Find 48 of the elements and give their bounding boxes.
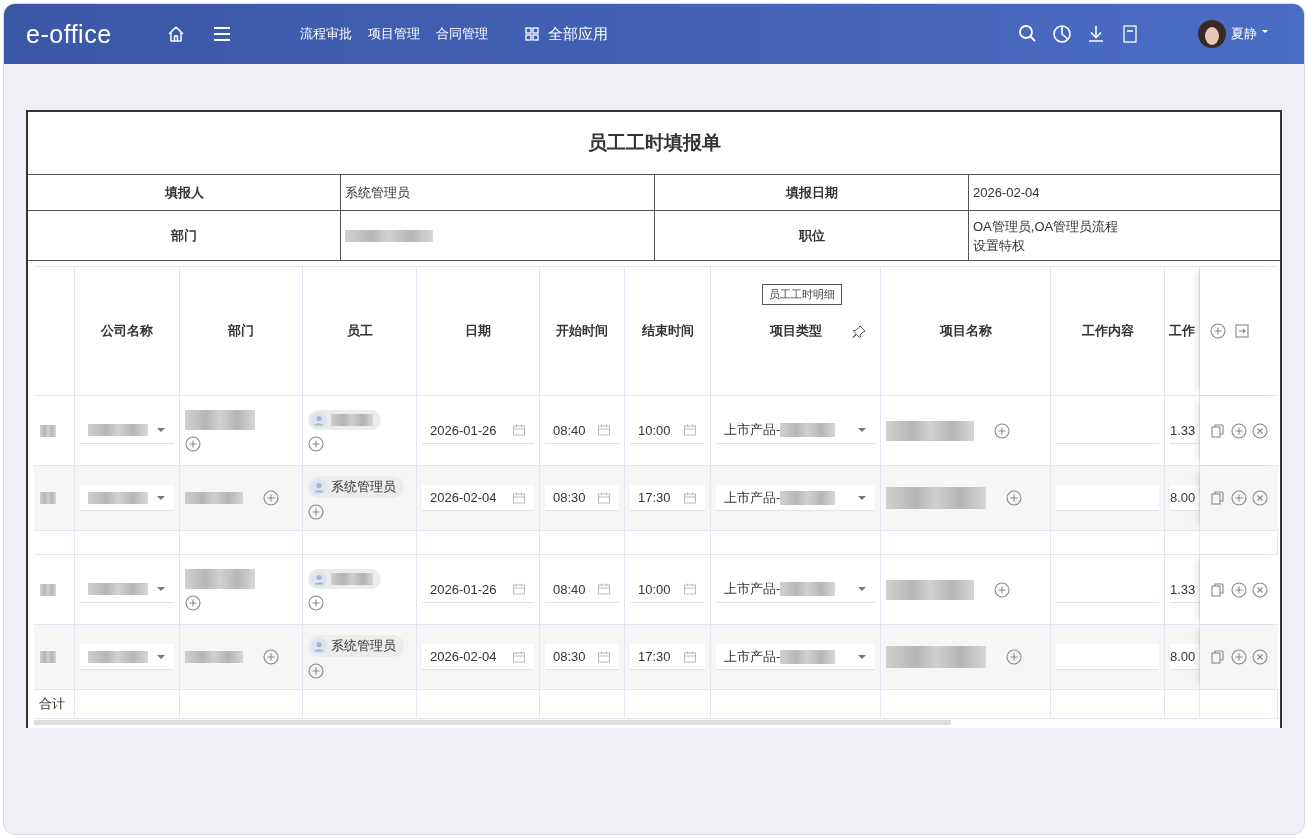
field-label: 部门 <box>171 226 197 245</box>
input-field[interactable]: 8.00 <box>1170 485 1199 511</box>
input-field[interactable]: 1.33 <box>1170 576 1199 603</box>
input-field[interactable]: 17:30 <box>630 485 705 511</box>
column-header: 工作 <box>1169 322 1195 340</box>
field-label: 填报日期 <box>785 183 838 202</box>
input-field[interactable]: 2026-01-26 <box>422 576 534 603</box>
select-field[interactable]: 上市产品- <box>716 644 875 670</box>
select-field[interactable]: 上市产品- <box>716 417 875 444</box>
field-label: 职位 <box>798 226 825 245</box>
field-value: 系统管理员 <box>345 184 410 202</box>
column-header: 部门 <box>228 322 254 340</box>
input-field[interactable]: 10:00 <box>630 417 705 444</box>
input-field[interactable]: 08:30 <box>545 485 619 511</box>
tooltip: 员工工时明细 <box>762 284 842 305</box>
select-field[interactable]: 上市产品- <box>716 485 875 511</box>
input-field[interactable]: 08:40 <box>545 417 619 444</box>
total-label: 合计 <box>39 695 65 713</box>
input-field[interactable]: 08:40 <box>545 576 619 603</box>
field-value: 2026-02-04 <box>973 184 1040 202</box>
field-label: 填报人 <box>164 183 204 202</box>
column-header: 项目名称 <box>939 322 992 340</box>
column-header: 结束时间 <box>641 322 694 340</box>
input-field[interactable]: 1.33 <box>1170 417 1199 444</box>
input-field[interactable]: 2026-02-04 <box>422 485 534 511</box>
input-field[interactable]: 2026-02-04 <box>422 644 534 670</box>
nav-link[interactable]: 项目管理 <box>359 25 428 43</box>
user-menu[interactable]: 夏静 <box>1192 19 1274 49</box>
nav-link[interactable]: 流程审批 <box>291 25 360 43</box>
nav-link[interactable]: 合同管理 <box>427 25 496 43</box>
column-header: 项目类型 <box>769 322 822 340</box>
input-field[interactable]: 8.00 <box>1170 644 1199 670</box>
input-field[interactable]: 17:30 <box>630 644 705 670</box>
column-header: 开始时间 <box>556 322 608 340</box>
input-field[interactable]: 08:30 <box>545 644 619 670</box>
field-value: OA管理员,OA管理员流程设置特权 <box>973 217 1120 255</box>
column-header: 日期 <box>465 322 491 340</box>
employee-tag: 系统管理员 <box>308 476 404 498</box>
column-header: 工作内容 <box>1081 322 1134 340</box>
column-header: 员工 <box>346 322 373 340</box>
input-field[interactable]: 10:00 <box>630 576 705 603</box>
app-logo[interactable]: e-office <box>26 19 112 49</box>
select-field[interactable]: 上市产品- <box>716 576 875 603</box>
all-apps-button[interactable]: 全部应用 <box>517 23 614 45</box>
input-field[interactable]: 2026-01-26 <box>422 417 534 444</box>
form-title: 员工工时填报单 <box>587 131 721 155</box>
column-header: 公司名称 <box>101 322 153 340</box>
employee-tag: 系统管理员 <box>308 635 404 657</box>
